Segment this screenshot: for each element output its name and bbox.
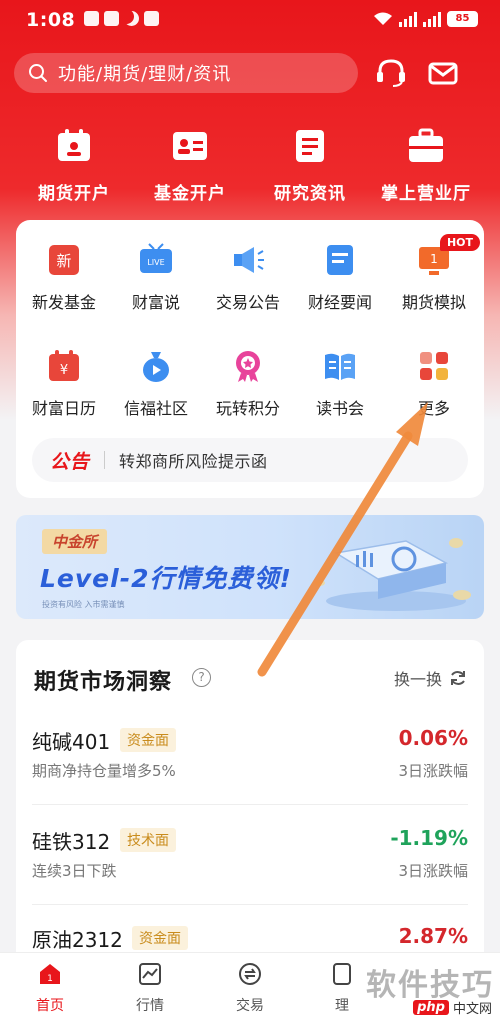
site-logo: php xyxy=(413,1000,449,1015)
divider xyxy=(104,451,106,469)
status-bar: 1:08 85 xyxy=(0,0,500,42)
contract-name: 纯碱401 xyxy=(32,730,111,754)
tab-trade[interactable]: 交易 xyxy=(210,961,290,1015)
change-label: 3日涨跌幅 xyxy=(398,762,468,780)
grid-item-community[interactable]: 信福社区 xyxy=(108,348,204,419)
search-icon xyxy=(29,64,47,82)
signal-description: 期商净持仓量增多5% xyxy=(32,762,176,780)
change-percent: -1.19% xyxy=(390,826,468,850)
signal-badge: 资金面 xyxy=(132,926,188,950)
document-icon xyxy=(296,130,324,162)
market-row[interactable]: 硅铁312 技术面 连续3日下跌 -1.19% 3日涨跌幅 xyxy=(16,826,484,922)
megaphone-icon xyxy=(234,247,264,273)
grid-item-wealth-talk[interactable]: LIVE 财富说 xyxy=(108,242,204,313)
grid-item-points[interactable]: 玩转积分 xyxy=(200,348,296,419)
signal-icon-2 xyxy=(423,11,441,27)
signal-badge: 资金面 xyxy=(120,728,176,752)
customer-service-icon[interactable] xyxy=(374,56,408,90)
market-insight-card: 期货市场洞察 ? 换一换 纯碱401 资金面 期商净持仓量增多5% 0.06% … xyxy=(16,640,484,970)
calendar-account-icon xyxy=(58,129,90,161)
svg-text:新: 新 xyxy=(56,252,71,270)
grid-item-wealth-calendar[interactable]: ¥ 财富日历 xyxy=(16,348,112,419)
refresh-icon xyxy=(451,671,465,685)
mute-icon xyxy=(144,11,159,26)
site-watermark: php 中文网 xyxy=(413,998,492,1017)
banner-disclaimer: 投资有风险 入市需谨慎 xyxy=(42,600,125,609)
market-row[interactable]: 纯碱401 资金面 期商净持仓量增多5% 0.06% 3日涨跌幅 xyxy=(16,726,484,822)
message-icon[interactable] xyxy=(426,56,460,90)
grid-item-new-fund[interactable]: 新 新发基金 xyxy=(16,242,112,313)
chart-icon xyxy=(139,963,161,985)
id-card-icon xyxy=(173,132,207,160)
wifi-icon xyxy=(374,12,392,25)
grid-item-futures-sim[interactable]: 1 期货模拟 xyxy=(386,242,482,313)
signal-icon xyxy=(399,11,417,27)
svg-text:1: 1 xyxy=(47,974,53,984)
home-icon: 1 xyxy=(40,964,60,984)
exchange-icon xyxy=(239,963,261,985)
banner-tag: 中金所 xyxy=(42,529,108,554)
status-time: 1:08 xyxy=(26,9,76,31)
quick-fund-account[interactable]: 基金开户 xyxy=(130,126,250,204)
announcement-bar[interactable]: 公告 转郑商所风险提示函 xyxy=(32,438,468,482)
refresh-button[interactable]: 换一换 xyxy=(394,666,468,690)
announcement-tag: 公告 xyxy=(50,450,91,473)
contract-name: 原油2312 xyxy=(32,928,123,952)
svg-text:¥: ¥ xyxy=(60,363,68,378)
change-percent: 2.87% xyxy=(398,924,468,948)
grid-item-more[interactable]: 更多 xyxy=(386,348,482,419)
quick-mobile-office[interactable]: 掌上营业厅 xyxy=(366,126,486,204)
site-name: 中文网 xyxy=(452,1002,492,1017)
app-notification-icon xyxy=(84,11,99,26)
quick-futures-account[interactable]: 期货开户 xyxy=(14,126,134,204)
app-notification-icon xyxy=(104,11,119,26)
do-not-disturb-icon xyxy=(124,11,139,26)
more-apps-icon xyxy=(420,352,448,380)
notification-icons xyxy=(84,11,159,26)
tab-market[interactable]: 行情 xyxy=(110,961,190,1015)
battery-indicator: 85 xyxy=(447,11,478,27)
money-bag-play-icon xyxy=(143,352,169,382)
grid-item-trading-notice[interactable]: 交易公告 xyxy=(200,242,296,313)
wealth-icon xyxy=(333,963,351,985)
grid-item-finance-news[interactable]: 财经要闻 xyxy=(292,242,388,313)
change-label: 3日涨跌幅 xyxy=(398,862,468,880)
calendar-icon: ¥ xyxy=(49,350,79,381)
live-tv-icon: LIVE xyxy=(140,243,172,273)
announcement-text: 转郑商所风险提示函 xyxy=(119,452,268,471)
quick-entry-row: 期货开户 基金开户 研究资讯 掌上营业厅 xyxy=(0,126,500,206)
quick-research-info[interactable]: 研究资讯 xyxy=(250,126,370,204)
news-icon xyxy=(327,245,353,275)
book-icon xyxy=(325,353,355,380)
signal-description: 连续3日下跌 xyxy=(32,862,117,880)
new-fund-icon: 新 xyxy=(49,245,79,275)
refresh-label: 换一换 xyxy=(393,670,442,689)
row-divider xyxy=(32,904,468,905)
help-icon[interactable]: ? xyxy=(192,668,211,687)
change-percent: 0.06% xyxy=(398,726,468,750)
signal-badge: 技术面 xyxy=(120,828,176,852)
banner-illustration xyxy=(315,538,471,611)
search-placeholder: 功能/期货/理财/资讯 xyxy=(58,64,232,85)
tab-home[interactable]: 1 首页 xyxy=(10,961,90,1015)
section-title: 期货市场洞察 xyxy=(34,670,173,695)
medal-icon xyxy=(236,351,260,382)
banner-title: Level-2行情免费领! xyxy=(40,564,292,593)
briefcase-icon xyxy=(409,128,443,162)
contract-name: 硅铁312 xyxy=(32,830,111,854)
feature-grid-card: 新 新发基金 LIVE 财富说 交易公告 财经要闻 1 期货模拟 HOT ¥ 财… xyxy=(16,220,484,498)
row-divider xyxy=(32,804,468,805)
svg-text:LIVE: LIVE xyxy=(147,258,164,267)
promo-banner[interactable]: 中金所 Level-2行情免费领! 投资有风险 入市需谨慎 xyxy=(16,515,484,619)
search-input[interactable]: 功能/期货/理财/资讯 xyxy=(14,53,358,93)
grid-item-book-club[interactable]: 读书会 xyxy=(292,348,388,419)
svg-text:1: 1 xyxy=(430,252,438,266)
hot-badge: HOT xyxy=(439,234,480,251)
